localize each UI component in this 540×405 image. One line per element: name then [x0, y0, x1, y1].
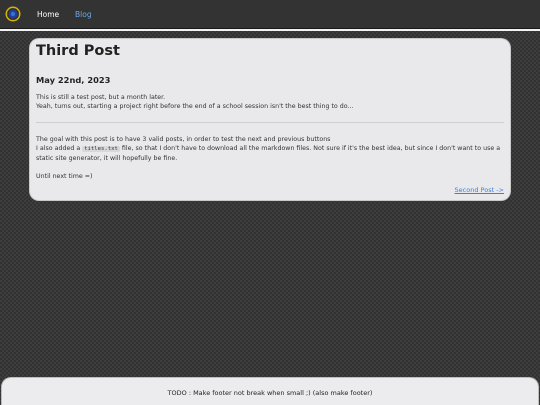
footer: TODO : Make footer not break when small … — [2, 378, 538, 405]
inline-code: titles.txt — [82, 146, 120, 152]
navbar: Home Blog — [0, 0, 540, 29]
post-paragraph: The goal with this post is to have 3 val… — [36, 136, 331, 143]
post-title: Third Post — [36, 43, 120, 59]
next-post-link[interactable]: Second Post -> — [455, 186, 504, 194]
nav-divider — [0, 29, 540, 31]
post-paragraph: I also added a titles.txt file, so that … — [36, 144, 508, 163]
post-date: May 22nd, 2023 — [36, 75, 111, 85]
post-paragraph: Yeah, turns out, starting a project righ… — [36, 103, 354, 110]
site-logo-icon[interactable] — [5, 6, 21, 22]
post-divider — [36, 122, 504, 123]
nav-home-link[interactable]: Home — [37, 10, 59, 19]
post-paragraph: This is still a test post, but a month l… — [36, 94, 166, 101]
post-text: I also added a — [36, 145, 83, 152]
nav-blog-link[interactable]: Blog — [75, 10, 92, 19]
footer-text: TODO : Make footer not break when small … — [167, 389, 373, 397]
post-card: Third Post May 22nd, 2023 This is still … — [30, 39, 510, 200]
post-paragraph: Until next time =) — [36, 173, 93, 180]
